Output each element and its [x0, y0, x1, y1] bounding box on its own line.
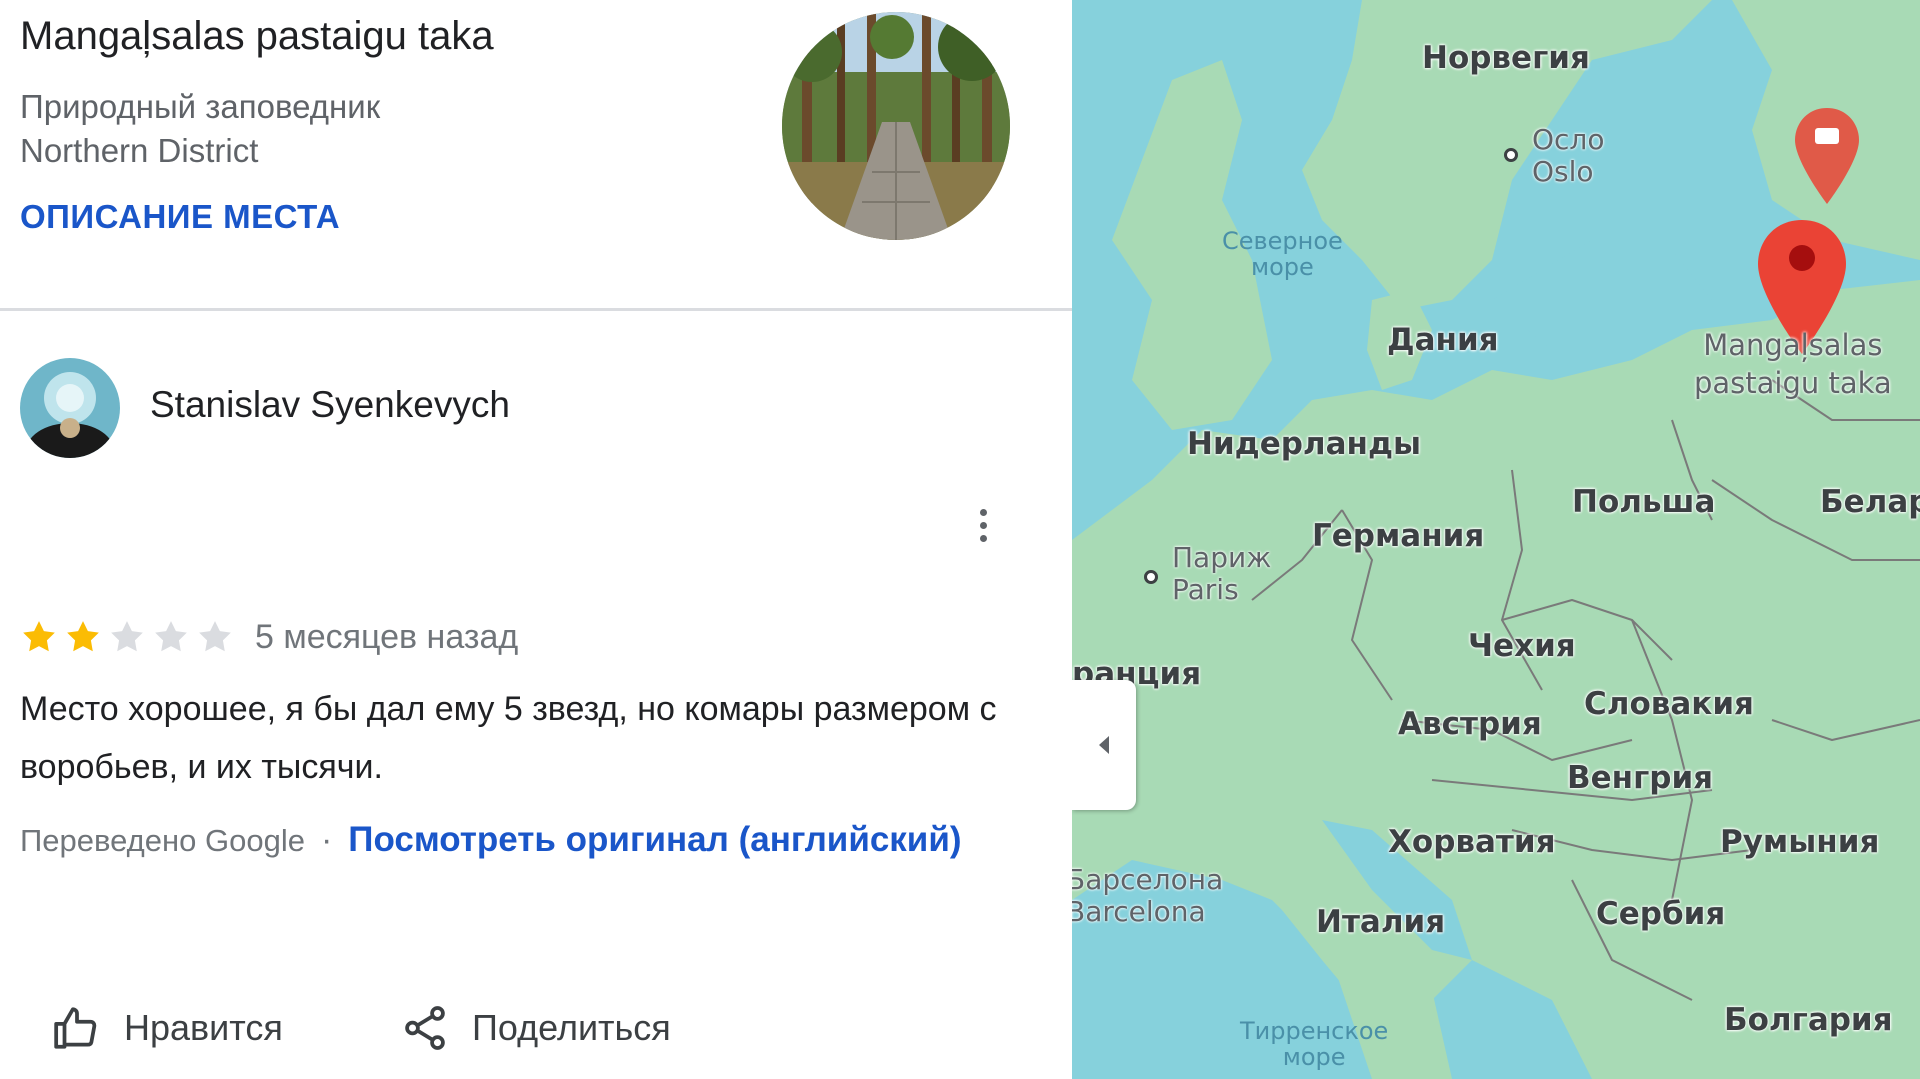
map-label-germany: Германия: [1312, 518, 1485, 554]
share-button[interactable]: Поделиться: [400, 1000, 671, 1056]
review-time: 5 месяцев назад: [255, 618, 519, 656]
sea-north-line1: Северное: [1222, 227, 1343, 255]
place-title: Mangaļsalas pastaigu taka: [20, 14, 494, 58]
sea-tyrrhenian-line1: Тирренское: [1240, 1017, 1389, 1045]
review-author[interactable]: Stanislav Syenkevych: [150, 384, 510, 426]
map-label-hungary: Венгрия: [1567, 760, 1714, 796]
translation-note: Переведено Google · Посмотреть оригинал (а…: [20, 812, 1020, 869]
more-options-icon[interactable]: [968, 502, 998, 548]
map-label-denmark: Дания: [1387, 322, 1499, 358]
city-label-oslo: Осло Oslo: [1532, 124, 1604, 188]
map-label-czech: Чехия: [1468, 628, 1576, 664]
rating-stars: [20, 618, 234, 656]
map-label-croatia: Хорватия: [1388, 824, 1556, 860]
city-dot-paris: [1144, 570, 1158, 584]
pin-label[interactable]: Mangaļsalas pastaigu taka: [1694, 326, 1892, 402]
star-filled-icon: [67, 621, 99, 652]
pin-label-line2: pastaigu taka: [1694, 366, 1892, 400]
avatar[interactable]: [20, 358, 120, 458]
map-label-romania: Румыния: [1720, 824, 1880, 860]
city-barcelona-en: Barcelona: [1072, 895, 1206, 928]
chevron-left-icon: [1099, 736, 1109, 754]
map-label-italy: Италия: [1316, 904, 1446, 940]
map-label-norway: Норвегия: [1422, 40, 1590, 76]
sea-tyrrhenian: Тирренское море: [1240, 1018, 1388, 1070]
view-original-link[interactable]: Посмотреть оригинал (английский): [348, 820, 961, 859]
divider: [0, 308, 1072, 311]
city-oslo-en: Oslo: [1532, 155, 1594, 188]
place-type: Природный заповедник: [20, 88, 381, 125]
map-label-bulgaria: Болгария: [1724, 1002, 1893, 1038]
thumb-up-icon: [54, 1007, 97, 1049]
star-empty-icon: [155, 621, 187, 652]
place-district: Northern District: [20, 132, 259, 169]
place-photo[interactable]: [782, 12, 1010, 240]
map-label-slovakia: Словакия: [1584, 686, 1754, 722]
star-filled-icon: [23, 621, 55, 652]
like-button[interactable]: Нравится: [52, 1000, 283, 1056]
place-panel: Mangaļsalas pastaigu taka Природный запо…: [0, 0, 1072, 1079]
sea-north: Северное море: [1222, 228, 1343, 280]
star-empty-icon: [111, 621, 143, 652]
map-label-austria: Австрия: [1398, 706, 1542, 742]
collapse-panel-button[interactable]: [1072, 680, 1136, 810]
map-label-poland: Польша: [1572, 484, 1716, 520]
city-label-barcelona: Барселона Barcelona: [1072, 864, 1223, 928]
like-label: Нравится: [124, 1007, 283, 1048]
place-description-link[interactable]: ОПИСАНИЕ МЕСТА: [20, 198, 340, 236]
city-barcelona-ru: Барселона: [1072, 863, 1224, 896]
review-text: Место хорошее, я бы дал ему 5 звезд, но …: [20, 690, 997, 786]
city-label-paris: Париж Paris: [1172, 542, 1271, 606]
star-empty-icon: [199, 621, 231, 652]
city-dot-oslo: [1504, 148, 1518, 162]
map-label-belarus: Белар: [1820, 484, 1920, 520]
pin-label-line1: Mangaļsalas: [1703, 328, 1883, 362]
sea-north-line2: море: [1251, 253, 1314, 281]
share-icon: [405, 1006, 445, 1050]
translated-label: Переведено Google: [20, 823, 305, 858]
map-label-serbia: Сербия: [1596, 896, 1726, 932]
city-oslo-ru: Осло: [1532, 123, 1605, 156]
city-paris-ru: Париж: [1172, 541, 1272, 574]
city-paris-en: Paris: [1172, 573, 1239, 606]
map-label-netherlands: Нидерланды: [1187, 426, 1422, 462]
share-label: Поделиться: [472, 1007, 671, 1048]
sea-tyrrhenian-line2: море: [1282, 1043, 1346, 1071]
separator-dot: ·: [320, 821, 333, 859]
map-view[interactable]: Норвегия Дания Нидерланды Германия Польш…: [1072, 0, 1920, 1079]
